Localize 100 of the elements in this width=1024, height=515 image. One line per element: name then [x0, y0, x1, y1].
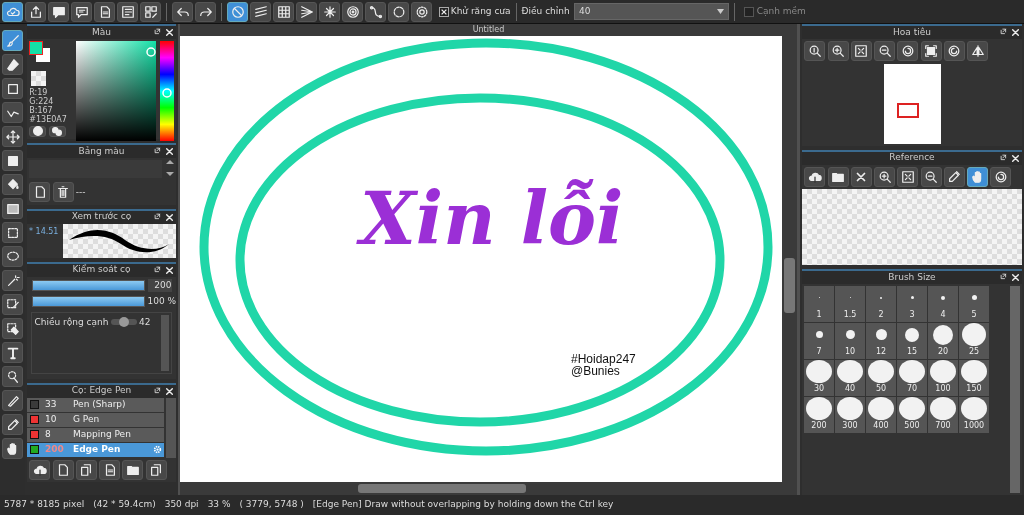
canvas-page[interactable]: Xin lỗi #Hoidap247 @Bunies	[180, 36, 782, 482]
move-tool-button[interactable]	[2, 126, 23, 147]
new-palette-button[interactable]	[29, 182, 51, 203]
foreground-color-swatch[interactable]	[29, 41, 44, 56]
fit-screen-button[interactable]	[920, 41, 942, 62]
color-picker-square[interactable]	[75, 41, 156, 142]
speech-bubble-button[interactable]	[48, 1, 69, 22]
filled-square-tool-button[interactable]	[2, 150, 23, 171]
transparent-swatch[interactable]	[31, 71, 47, 87]
brush-size-option[interactable]: 200	[804, 397, 834, 433]
brush-slider[interactable]	[32, 296, 145, 306]
brush-size-option[interactable]: 7	[804, 323, 834, 359]
folder-button[interactable]	[827, 166, 849, 187]
scrollbar-thumb[interactable]	[358, 484, 526, 493]
brush-size-option[interactable]: 1000	[959, 397, 989, 433]
folder-button[interactable]	[122, 459, 144, 480]
zoom-in-button[interactable]	[874, 166, 895, 187]
rotate-left-button[interactable]	[897, 41, 919, 62]
brush-size-option[interactable]: 15	[897, 323, 927, 359]
flip-button[interactable]	[967, 41, 988, 62]
eraser-tool-button[interactable]	[2, 54, 23, 75]
document-button[interactable]	[99, 459, 120, 480]
gradient-tool-button[interactable]	[2, 198, 23, 219]
share-button[interactable]	[25, 1, 46, 22]
text-tool-tool-button[interactable]	[2, 342, 23, 363]
color-mix-button[interactable]	[48, 125, 66, 137]
pen-tool-button[interactable]	[2, 390, 23, 411]
canvas-tab[interactable]: Untitled	[180, 24, 797, 36]
scrollbar[interactable]	[160, 315, 169, 372]
rectangle-selection-tool-button[interactable]	[2, 222, 23, 243]
cloud-upload-button[interactable]	[804, 166, 826, 187]
brush-size-option[interactable]: 3	[897, 286, 927, 322]
redo-button[interactable]	[195, 1, 216, 22]
grid-edit-button[interactable]	[140, 1, 161, 22]
delete-palette-button[interactable]	[52, 182, 74, 203]
brush-size-option[interactable]: 400	[866, 397, 896, 433]
magic-wand-tool-button[interactable]	[2, 270, 23, 291]
close-button[interactable]	[850, 166, 872, 187]
zoom-in-button[interactable]	[827, 41, 849, 62]
brush-size-option[interactable]: 150	[959, 360, 989, 396]
brush-size-option[interactable]: 100	[928, 360, 958, 396]
brush-size-option[interactable]: 1	[804, 286, 834, 322]
rotate-button[interactable]	[990, 166, 1012, 187]
document-button[interactable]	[94, 1, 115, 22]
no-snap-button[interactable]	[227, 1, 248, 22]
grid-button[interactable]	[273, 1, 294, 22]
rectangle-tool-button[interactable]	[2, 78, 23, 99]
brush-slider[interactable]	[32, 281, 145, 290]
hand-tool-button[interactable]	[2, 438, 23, 459]
fit-button[interactable]	[850, 41, 872, 62]
brush-size-option[interactable]: 40	[835, 360, 865, 396]
checkbox[interactable]	[744, 6, 755, 17]
rotate-right-button[interactable]	[943, 41, 965, 62]
brush-size-option[interactable]: 2	[866, 286, 896, 322]
fit-button[interactable]	[897, 166, 919, 187]
brush-size-option[interactable]: 30	[804, 360, 834, 396]
list-button[interactable]	[117, 1, 138, 22]
lasso-tool-button[interactable]	[2, 246, 23, 267]
radial-lines-button[interactable]	[296, 1, 317, 22]
comment-button[interactable]	[71, 1, 92, 22]
scrollbar[interactable]	[1010, 286, 1020, 493]
brush-size-option[interactable]: 10	[835, 323, 865, 359]
bucket-tool-button[interactable]	[2, 174, 23, 195]
polyline-tool-button[interactable]	[2, 102, 23, 123]
brush-size-option[interactable]: 500	[897, 397, 927, 433]
brush-size-option[interactable]: 5	[959, 286, 989, 322]
correction-dropdown[interactable]: 40	[574, 3, 729, 20]
selection-pen-tool-button[interactable]	[2, 294, 23, 315]
brush-size-option[interactable]: 700	[928, 397, 958, 433]
parallel-lines-button[interactable]	[250, 1, 271, 22]
edge-width-slider[interactable]	[110, 318, 137, 325]
hue-slider[interactable]	[159, 41, 174, 142]
undo-button[interactable]	[172, 1, 193, 22]
brush-size-option[interactable]: 4	[928, 286, 958, 322]
eyedropper-tool-button[interactable]	[2, 414, 23, 435]
zoom-out-button[interactable]	[874, 41, 895, 62]
duplicate-button[interactable]	[75, 459, 97, 480]
brush-size-option[interactable]: 12	[866, 323, 896, 359]
zoom-out-button[interactable]	[920, 166, 942, 187]
slider-thumb[interactable]	[118, 316, 129, 327]
starburst-button[interactable]	[319, 1, 340, 22]
curve-button[interactable]	[365, 1, 386, 22]
settings-button[interactable]	[411, 1, 432, 22]
checkbox[interactable]	[438, 6, 449, 17]
scrollbar-thumb[interactable]	[784, 258, 795, 313]
brush-size-option[interactable]: 70	[897, 360, 927, 396]
selection-eraser-tool-button[interactable]	[2, 318, 23, 339]
eyedropper-button[interactable]	[943, 166, 965, 187]
hand-button[interactable]	[967, 166, 988, 187]
navigator-thumbnail[interactable]	[883, 63, 941, 144]
brush-size-option[interactable]: 1.5	[835, 286, 865, 322]
brush-size-option[interactable]: 25	[959, 323, 989, 359]
brush-size-option[interactable]: 20	[928, 323, 958, 359]
cloud-upload-button[interactable]	[29, 459, 51, 480]
ellipse-button[interactable]	[388, 1, 409, 22]
cloud-check-button[interactable]	[2, 1, 23, 22]
concentric-circles-button[interactable]	[342, 1, 363, 22]
actual-size-button[interactable]	[804, 41, 826, 62]
brush-size-option[interactable]: 50	[866, 360, 896, 396]
scrollbar[interactable]	[166, 397, 176, 458]
